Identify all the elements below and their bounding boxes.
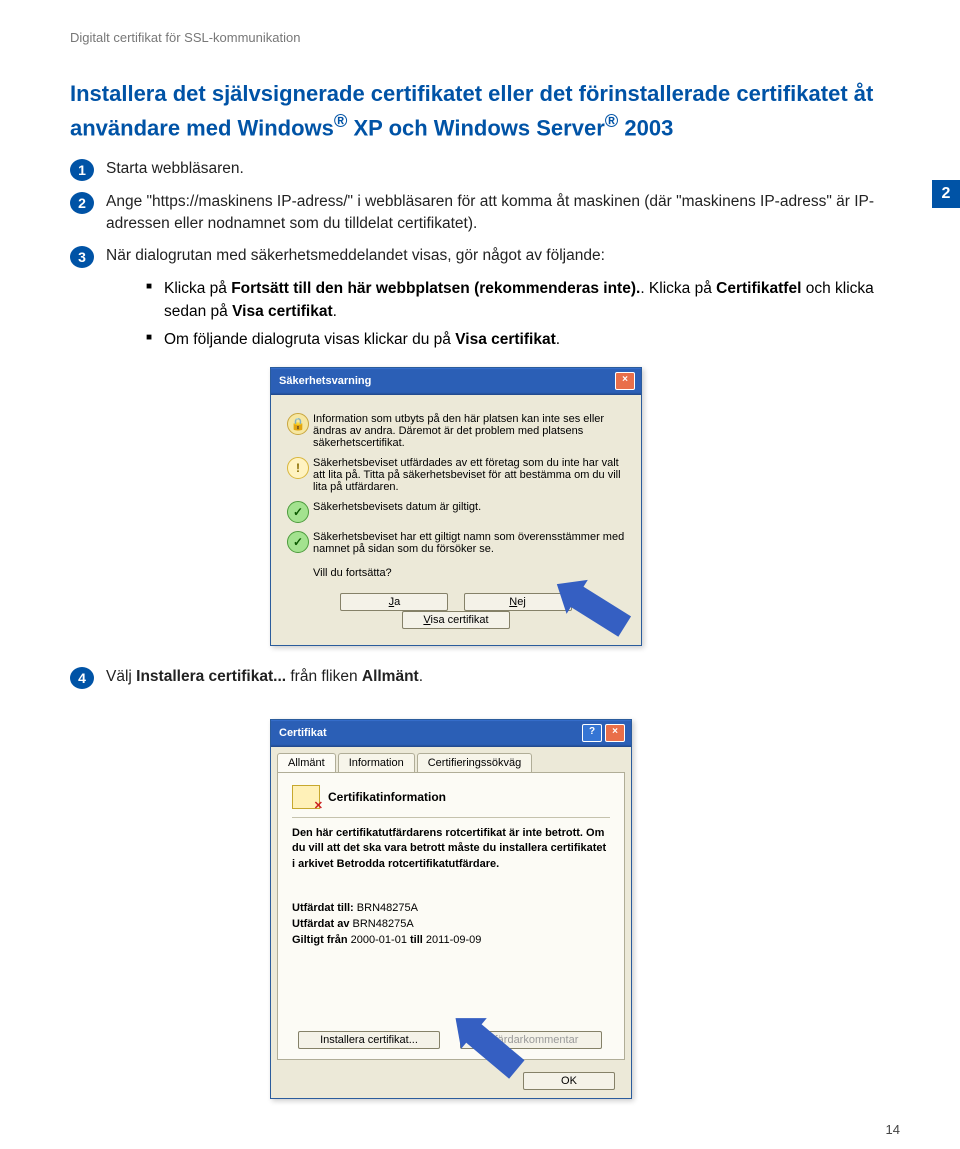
tab-information[interactable]: Information [338,753,415,772]
step-4: 4 Välj Installera certifikat... från fli… [70,666,900,689]
chapter-badge: 2 [932,180,960,208]
cert-info-heading: Certifikatinformation [328,790,446,804]
dialog-warn-text: Säkerhetsbeviset utfärdades av ett föret… [313,457,629,493]
breadcrumb: Digitalt certifikat för SSL-kommunikatio… [70,30,900,45]
dialog-intro-text: Information som utbyts på den här platse… [313,413,629,449]
step-4-number: 4 [70,667,94,689]
close-icon[interactable]: × [615,372,635,390]
issued-to: Utfärdat till: BRN48275A [292,902,610,914]
bullet-2: Om följande dialogruta visas klickar du … [146,329,900,351]
step-1-number: 1 [70,159,94,181]
step-3-bullets: Klicka på Fortsätt till den här webbplat… [106,278,900,351]
certificate-dialog: Certifikat ? × Allmänt Information Certi… [270,719,632,1099]
dialog-title: Certifikat [279,727,327,739]
issued-by: Utfärdat av BRN48275A [292,918,610,930]
step-3-number: 3 [70,246,94,268]
check-icon: ✓ [287,531,309,553]
page-title: Installera det självsignerade certifikat… [70,80,900,143]
warning-icon: ! [287,457,309,479]
step-2: 2 Ange "https://maskinens IP-adress/" i … [70,191,900,236]
ok-button[interactable]: OK [523,1072,615,1090]
dialog-ok1-text: Säkerhetsbevisets datum är giltigt. [313,501,481,513]
certificate-icon [292,785,320,809]
lock-icon: 🔒 [287,413,309,435]
valid-range: Giltigt från 2000-01-01 till 2011-09-09 [292,934,610,946]
step-1: 1 Starta webbläsaren. [70,158,900,181]
install-certificate-button[interactable]: Installera certifikat... [298,1031,440,1049]
step-2-number: 2 [70,192,94,214]
help-icon[interactable]: ? [582,724,602,742]
view-certificate-button[interactable]: Visa certifikatVisa certifikat [402,611,510,629]
cert-info-text: Den här certifikatutfärdarens rotcertifi… [292,826,610,872]
close-icon[interactable]: × [605,724,625,742]
tab-bar: Allmänt Information Certifieringssökväg [271,747,631,772]
tab-general[interactable]: Allmänt [277,753,336,772]
dialog-ok2-text: Säkerhetsbeviset har ett giltigt namn so… [313,531,629,555]
step-3: 3 När dialogrutan med säkerhetsmeddeland… [70,245,900,268]
bullet-1: Klicka på Fortsätt till den här webbplat… [146,278,900,323]
yes-button[interactable]: JJaa [340,593,448,611]
page-number: 14 [886,1122,900,1137]
dialog-title: Säkerhetsvarning [279,375,371,387]
tab-cert-path[interactable]: Certifieringssökväg [417,753,533,772]
check-icon: ✓ [287,501,309,523]
